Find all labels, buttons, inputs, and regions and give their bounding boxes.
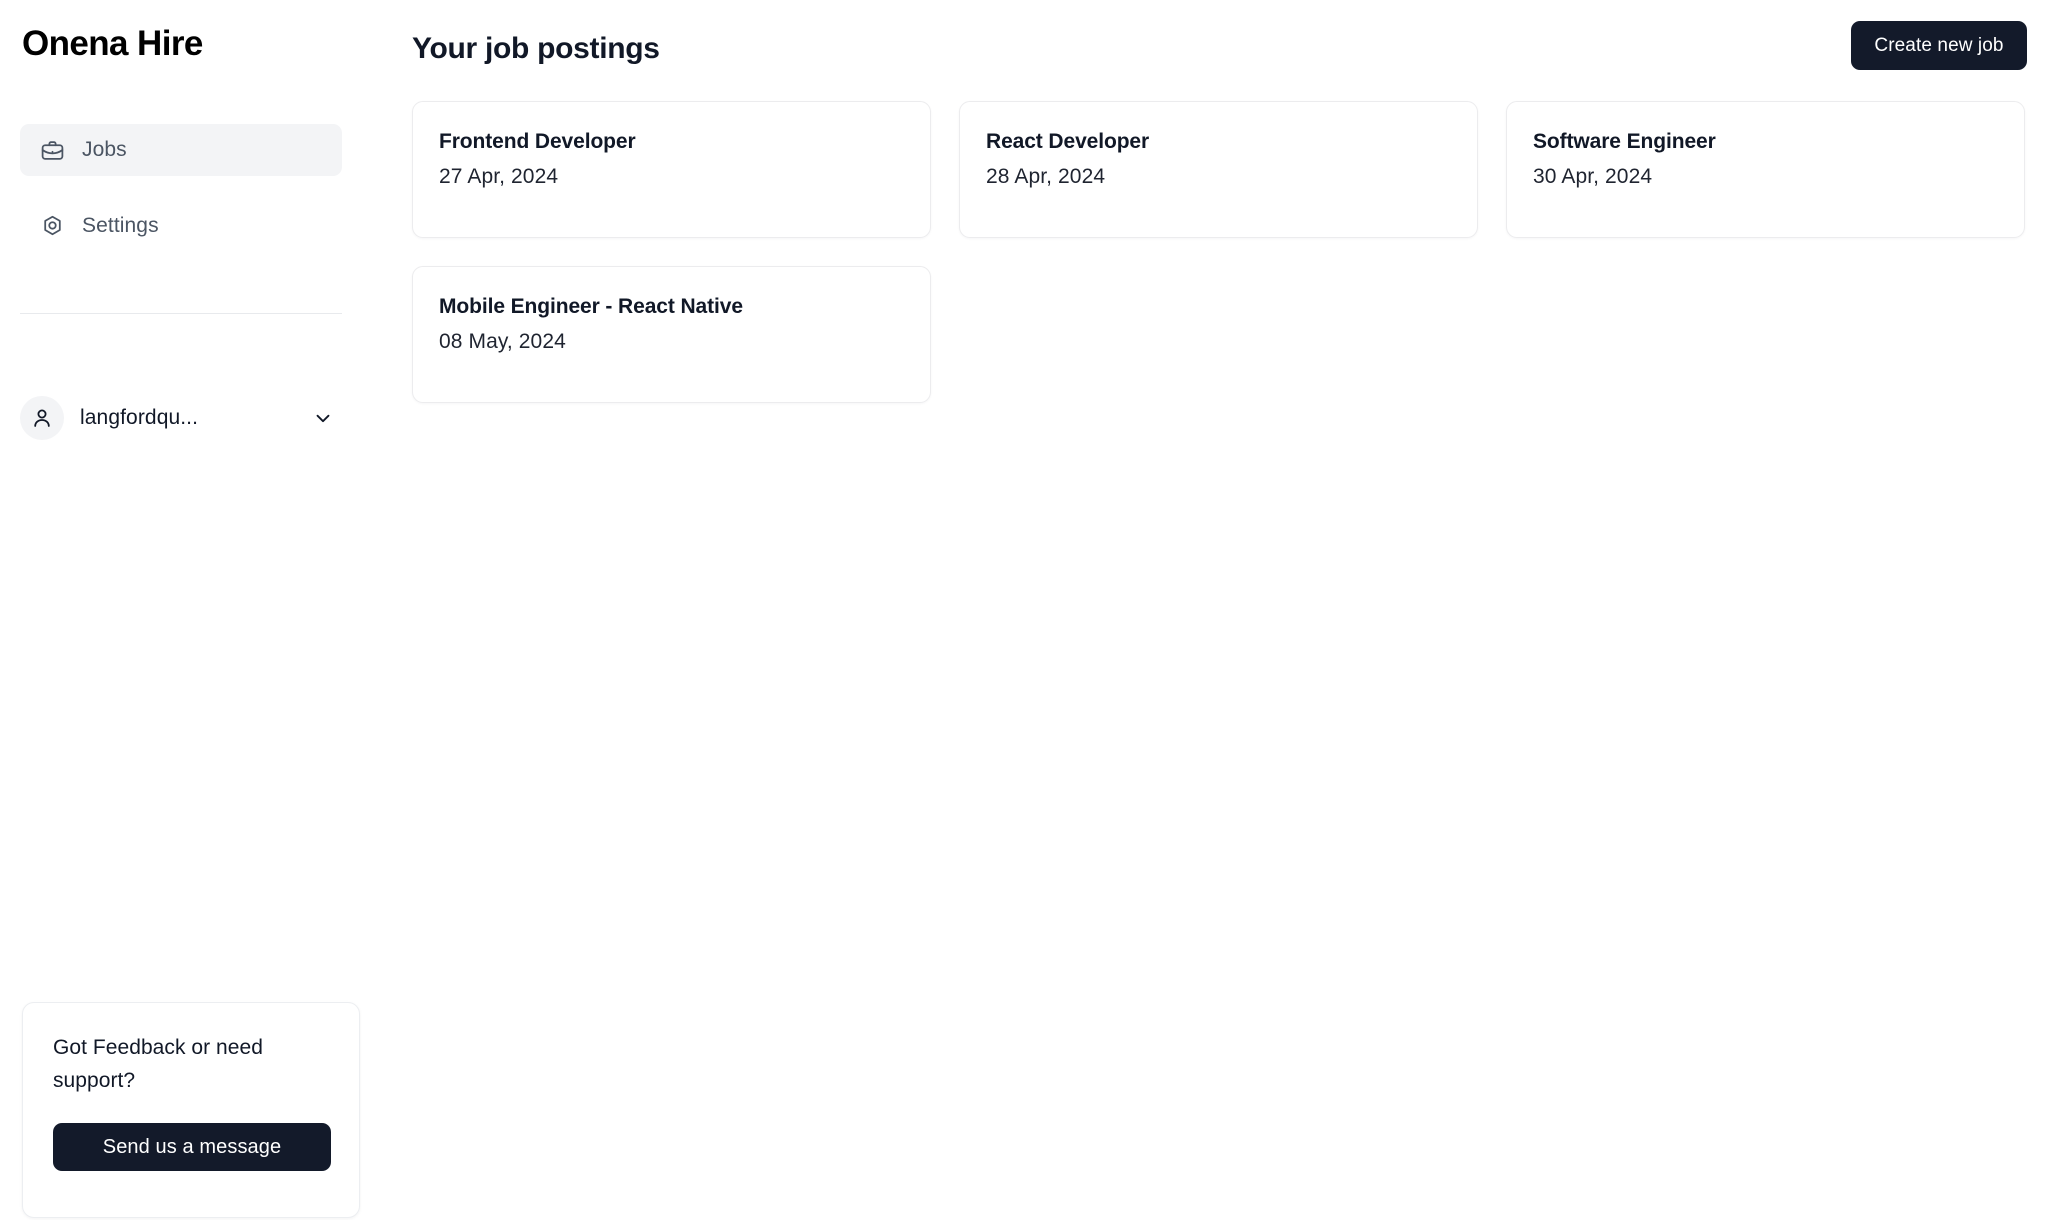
job-card[interactable]: Frontend Developer 27 Apr, 2024 <box>412 101 931 238</box>
job-card-title: Frontend Developer <box>439 130 636 153</box>
sidebar-divider <box>20 313 342 314</box>
app-root: Onena Hire Jobs Settings langfordqu... G… <box>0 0 2048 1220</box>
job-card-date: 27 Apr, 2024 <box>439 165 559 188</box>
job-card-title: Mobile Engineer - React Native <box>439 295 743 318</box>
job-card-date: 30 Apr, 2024 <box>1533 165 1653 188</box>
user-name: langfordqu... <box>80 406 199 429</box>
job-card[interactable]: Mobile Engineer - React Native 08 May, 20… <box>412 266 931 403</box>
job-postings-grid: Frontend Developer 27 Apr, 2024 React Deve… <box>412 101 2026 403</box>
sidebar-item-settings[interactable]: Settings <box>20 200 342 252</box>
job-card-date: 08 May, 2024 <box>439 330 566 353</box>
job-card-date: 28 Apr, 2024 <box>986 165 1106 188</box>
briefcase-icon <box>39 137 65 163</box>
main-content: Your job postings Create new job Fronten… <box>362 0 2048 1220</box>
settings-nut-icon <box>39 213 65 239</box>
user-menu[interactable]: langfordqu... <box>20 396 360 440</box>
page-title: Your job postings <box>412 32 660 65</box>
create-new-job-button[interactable]: Create new job <box>1851 21 2027 70</box>
chevron-down-icon[interactable] <box>312 407 334 429</box>
job-card[interactable]: Software Engineer 30 Apr, 2024 <box>1506 101 2025 238</box>
sidebar-nav: Jobs Settings <box>20 124 342 276</box>
feedback-prompt: Got Feedback or need support? <box>53 1036 263 1092</box>
job-card[interactable]: React Developer 28 Apr, 2024 <box>959 101 1478 238</box>
job-card-title: Software Engineer <box>1533 130 1716 153</box>
feedback-card: Got Feedback or need support? Send us a … <box>22 1002 360 1218</box>
avatar <box>20 396 64 440</box>
sidebar-item-label: Jobs <box>82 138 127 161</box>
brand-title: Onena Hire <box>22 24 203 63</box>
sidebar-item-jobs[interactable]: Jobs <box>20 124 342 176</box>
sidebar: Onena Hire Jobs Settings langfordqu... G… <box>0 0 362 1220</box>
sidebar-item-label: Settings <box>82 214 159 237</box>
send-message-button[interactable]: Send us a message <box>53 1123 331 1171</box>
job-card-title: React Developer <box>986 130 1150 153</box>
